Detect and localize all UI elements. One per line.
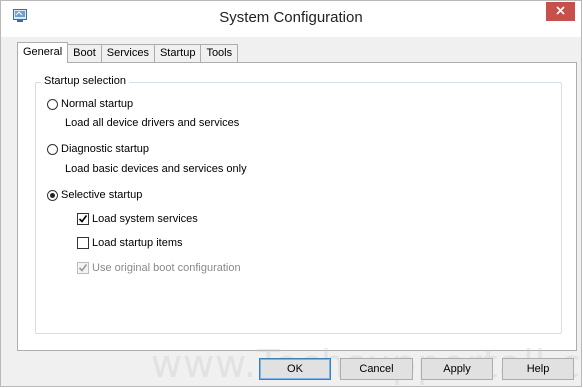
load-startup-items-option[interactable]: Load startup items: [77, 237, 183, 249]
checkmark-icon: [78, 215, 88, 223]
use-original-boot-checkbox: [77, 262, 89, 274]
diagnostic-startup-option[interactable]: Diagnostic startup: [47, 143, 149, 155]
load-system-services-checkbox[interactable]: [77, 213, 89, 225]
use-original-boot-label: Use original boot configuration: [92, 262, 241, 274]
tab-tools[interactable]: Tools: [200, 44, 239, 62]
load-startup-items-label: Load startup items: [92, 237, 183, 249]
startup-selection-group: Startup selection Normal startup Load al…: [35, 75, 562, 334]
tab-boot[interactable]: Boot: [67, 44, 102, 62]
load-system-services-label: Load system services: [92, 213, 198, 225]
general-tab-panel: Startup selection Normal startup Load al…: [17, 62, 577, 351]
tab-strip: General Boot Services Startup Tools: [17, 42, 239, 63]
diagnostic-startup-label: Diagnostic startup: [61, 143, 150, 155]
cancel-button[interactable]: Cancel: [340, 358, 413, 380]
normal-startup-description: Load all device drivers and services: [65, 117, 240, 129]
close-button[interactable]: [546, 2, 575, 21]
selective-startup-label: Selective startup: [61, 189, 143, 201]
ok-button[interactable]: OK: [259, 358, 331, 380]
tab-startup[interactable]: Startup: [153, 44, 202, 62]
apply-button[interactable]: Apply: [421, 358, 493, 380]
tab-general[interactable]: General: [17, 42, 69, 63]
load-system-services-option[interactable]: Load system services: [77, 213, 198, 225]
tab-services[interactable]: Services: [100, 44, 155, 62]
close-icon: [556, 5, 565, 18]
normal-startup-option[interactable]: Normal startup: [47, 98, 133, 110]
load-startup-items-checkbox[interactable]: [77, 237, 89, 249]
window-title: System Configuration: [219, 9, 363, 26]
use-original-boot-option: Use original boot configuration: [77, 262, 241, 274]
normal-startup-radio[interactable]: [47, 98, 58, 110]
diagnostic-startup-radio[interactable]: [47, 143, 58, 155]
system-configuration-window: System Configuration General Boot Servic…: [0, 0, 583, 387]
title-bar[interactable]: System Configuration: [1, 1, 581, 37]
help-button[interactable]: Help: [502, 358, 574, 380]
selective-startup-radio[interactable]: [47, 189, 58, 201]
normal-startup-label: Normal startup: [61, 98, 134, 110]
diagnostic-startup-description: Load basic devices and services only: [65, 163, 247, 175]
startup-selection-legend: Startup selection: [41, 75, 129, 87]
checkmark-icon: [78, 264, 88, 272]
selective-startup-option[interactable]: Selective startup: [47, 189, 142, 201]
